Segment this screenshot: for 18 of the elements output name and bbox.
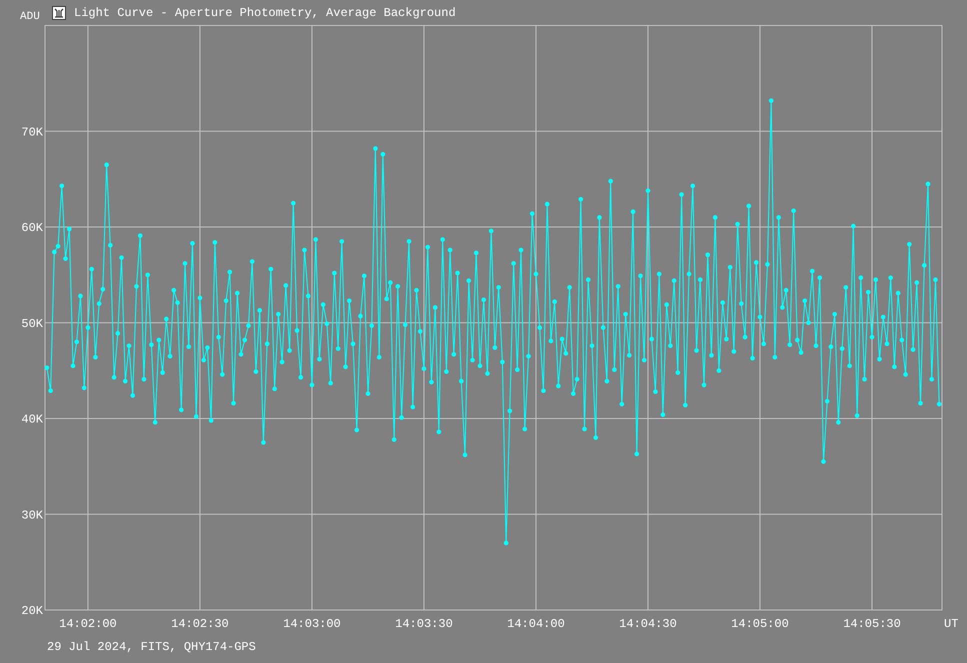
y-tick-label: 60K: [21, 221, 43, 236]
footer-text: 29 Jul 2024, FITS, QHY174-GPS: [46, 640, 257, 654]
x-tick-label: 14:05:00: [731, 617, 789, 631]
y-tick-label: 30K: [21, 508, 43, 522]
axis-label: UT: [944, 617, 958, 631]
x-tick-label: 14:05:30: [843, 617, 901, 631]
axis-label: ADU: [20, 11, 41, 23]
x-tick-label: 14:03:00: [283, 617, 341, 631]
y-tick-label: 70K: [21, 125, 43, 140]
x-tick-label: 14:04:30: [619, 617, 677, 631]
y-tick-label: 20K: [21, 604, 43, 618]
window-title: Light Curve - Aperture Photometry, Average Background: [74, 6, 456, 20]
y-tick-label: 50K: [21, 316, 43, 331]
x-tick-label: 14:02:00: [59, 617, 117, 631]
x-tick-label: 14:03:30: [395, 617, 453, 631]
y-tick-label: 40K: [21, 412, 43, 427]
x-tick-label: 14:02:30: [171, 617, 229, 631]
x-tick-label: 14:04:00: [507, 617, 565, 631]
